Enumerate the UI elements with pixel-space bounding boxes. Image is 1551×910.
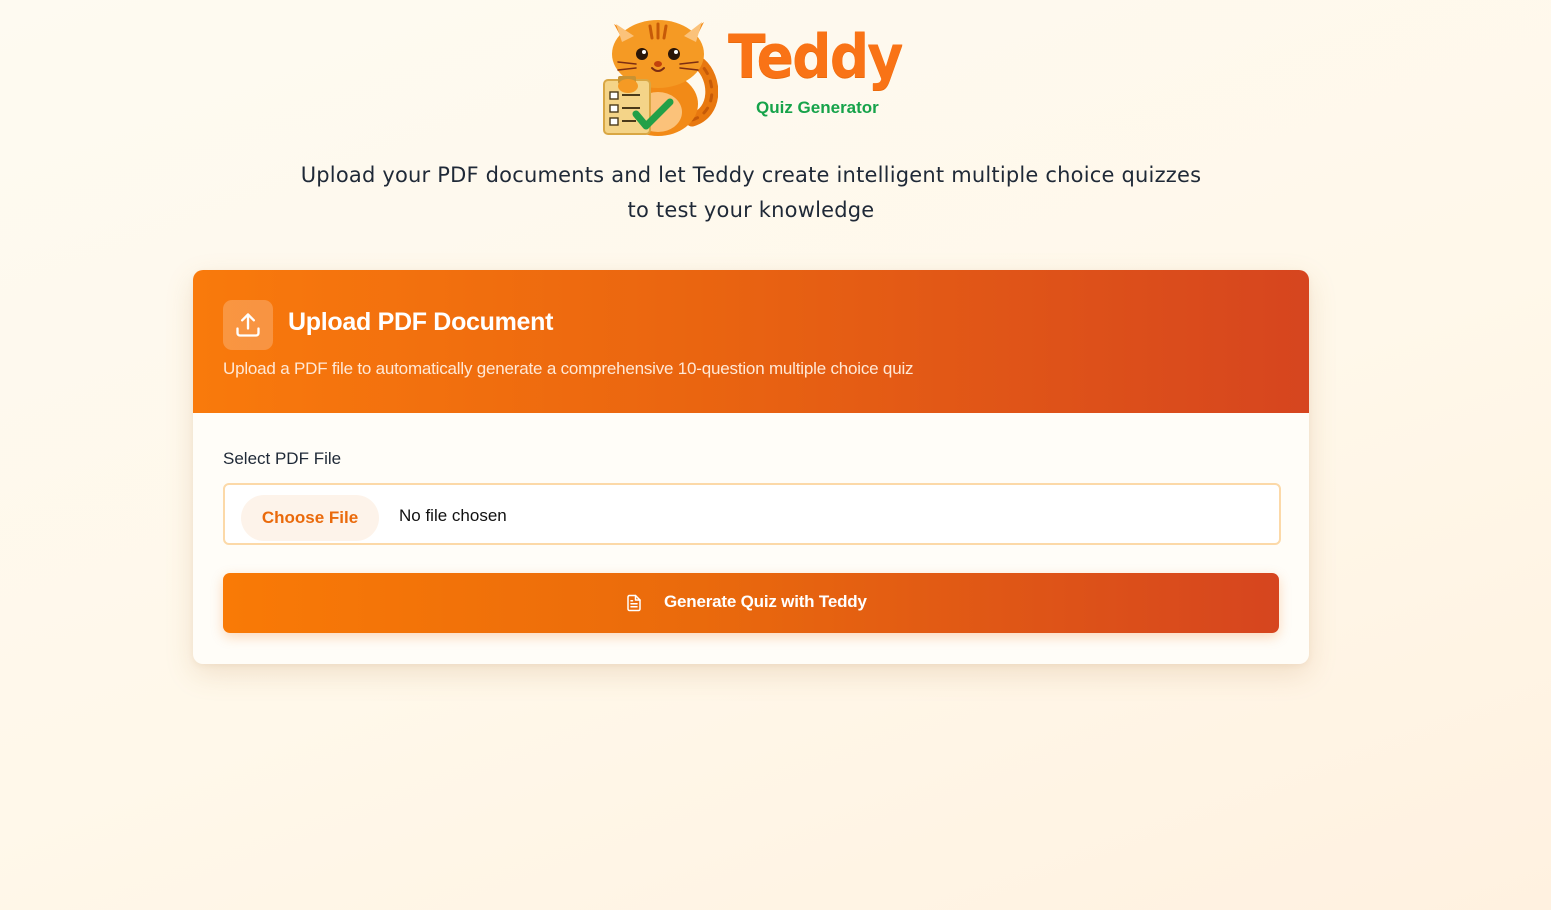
upload-icon xyxy=(236,313,260,337)
generate-quiz-label: Generate Quiz with Teddy xyxy=(664,592,867,611)
page-tagline: Upload your PDF documents and let Teddy … xyxy=(300,163,1202,222)
upload-card: Upload PDF Document Upload a PDF file to… xyxy=(193,270,1309,664)
brand-subtitle: Quiz Generator xyxy=(756,98,879,117)
upload-badge xyxy=(223,300,273,350)
pdf-file-input[interactable]: Choose File No file chosen xyxy=(223,483,1281,545)
brand-logo: Teddy Quiz Generator xyxy=(600,8,920,138)
document-icon xyxy=(627,594,641,612)
generate-quiz-button[interactable]: Generate Quiz with Teddy xyxy=(223,573,1279,633)
brand-name: Teddy xyxy=(728,22,903,92)
cat-with-checklist-icon xyxy=(603,20,718,136)
pdf-field-label: Select PDF File xyxy=(223,449,342,468)
upload-card-title: Upload PDF Document xyxy=(288,308,554,336)
file-status-text: No file chosen xyxy=(399,506,507,525)
upload-card-header: Upload PDF Document Upload a PDF file to… xyxy=(193,270,1309,413)
upload-card-description: Upload a PDF file to automatically gener… xyxy=(223,359,914,378)
choose-file-button[interactable]: Choose File xyxy=(241,495,379,541)
